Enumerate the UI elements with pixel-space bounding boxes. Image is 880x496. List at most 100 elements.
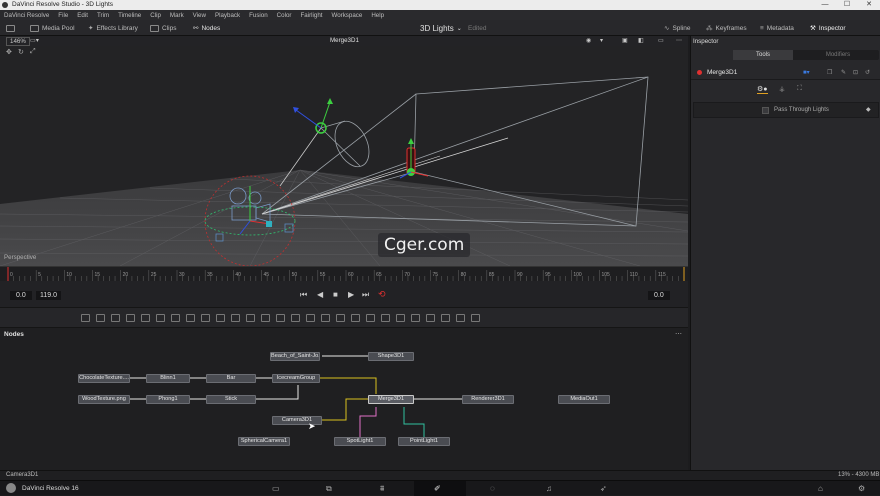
planar-tracker-icon[interactable] [366, 314, 375, 322]
menu-clip[interactable]: Clip [150, 12, 161, 19]
brush-tool-icon[interactable] [126, 314, 135, 322]
play-button[interactable]: ▶ [348, 290, 354, 299]
media-page-icon[interactable]: ▭ [272, 484, 280, 493]
node-spherical-camera[interactable]: SphericalCamera1 [238, 437, 290, 446]
menu-edit[interactable]: Edit [77, 12, 88, 19]
shape3d-tool-icon[interactable] [216, 314, 225, 322]
color-channel-icon[interactable]: ◉ [586, 37, 591, 44]
edit-page-icon[interactable]: ⩩ [380, 484, 384, 494]
keyframe-icon[interactable]: ◆ [866, 106, 871, 113]
viewer-options-icon[interactable]: ▾ [600, 37, 603, 44]
menu-help[interactable]: Help [371, 12, 384, 19]
cut-page-icon[interactable]: ⧉ [326, 484, 332, 494]
menu-fairlight[interactable]: Fairlight [300, 12, 322, 19]
node-beach-image[interactable]: Beach_of_Saint-Jo... [270, 352, 320, 361]
view-options-icon[interactable]: ▭▾ [30, 37, 39, 44]
settings-tab-icon[interactable]: ⛶ [797, 85, 802, 93]
node-editor[interactable]: Nodes ⋯ Beach_of_Saint-Jo... Shape3D1 Ch… [0, 328, 688, 470]
media-pool-button[interactable]: Media Pool [30, 23, 75, 33]
fog-tool-icon[interactable] [471, 314, 480, 322]
go-to-start-button[interactable]: ⏮ [300, 290, 307, 300]
cube-tool-icon[interactable] [441, 314, 450, 322]
color-page-icon[interactable]: ◌ [490, 484, 495, 493]
node-media-out[interactable]: MediaOut1 [558, 395, 610, 404]
nodes-button[interactable]: ⚯ Nodes [193, 23, 220, 33]
image-plane-icon[interactable] [426, 314, 435, 322]
merge-tool-icon[interactable] [186, 314, 195, 322]
project-title[interactable]: 3D Lights ⌄ [420, 23, 462, 33]
blur-tool-icon[interactable] [141, 314, 150, 322]
rotate-tool-icon[interactable]: ↻ [18, 48, 24, 56]
deliver-page-icon[interactable]: ➶ [600, 484, 607, 493]
menu-workspace[interactable]: Workspace [331, 12, 362, 19]
play-reverse-button[interactable]: ◀ [317, 290, 323, 299]
node-shape3d[interactable]: Shape3D1 [368, 352, 414, 361]
maximize-button[interactable]: ☐ [836, 0, 858, 10]
menu-davinci-resolve[interactable]: DaVinci Resolve [4, 12, 49, 19]
pass-through-checkbox[interactable] [762, 107, 769, 114]
bspline-mask-icon[interactable] [336, 314, 345, 322]
menu-mark[interactable]: Mark [170, 12, 184, 19]
particle-emitter-icon[interactable] [381, 314, 390, 322]
effects-library-button[interactable]: ✦ Effects Library [88, 23, 138, 33]
particle-tool-icon[interactable] [201, 314, 210, 322]
controls-tab-icon[interactable]: ⚙● [757, 85, 768, 94]
metadata-button[interactable]: ≡ Metadata [760, 23, 794, 33]
node-blinn[interactable]: Blinn1 [146, 374, 190, 383]
lock-icon[interactable]: ⊡ [853, 69, 858, 76]
node-pointlight[interactable]: PointLight1 [398, 437, 450, 446]
3d-viewport[interactable]: Perspective ✥ ↻ ⤢ [0, 46, 688, 266]
node-merge3d[interactable]: Merge3D1 [368, 395, 414, 404]
expand-icon[interactable] [6, 23, 15, 33]
background-tool-icon[interactable] [81, 314, 90, 322]
versions-icon[interactable]: ❐ [827, 69, 832, 76]
node-color-icon[interactable]: ■▾ [803, 69, 810, 76]
keyframes-button[interactable]: ⁂ Keyframes [706, 23, 747, 33]
menu-fusion[interactable]: Fusion [249, 12, 268, 19]
move-tool-icon[interactable]: ✥ [6, 48, 12, 56]
render-start-field[interactable]: 0.0 [10, 291, 32, 300]
zoom-select[interactable]: 146% [6, 37, 30, 46]
roi-icon[interactable]: ◧ [638, 37, 644, 44]
loop-icon[interactable]: ⟲ [378, 289, 386, 300]
menu-timeline[interactable]: Timeline [118, 12, 141, 19]
settings-gear-icon[interactable]: ⚙ [858, 484, 865, 493]
menu-file[interactable]: File [58, 12, 68, 19]
pin-icon[interactable]: ✎ [841, 69, 846, 76]
node-stick[interactable]: Stick [206, 395, 256, 404]
ellipse-mask-icon[interactable] [306, 314, 315, 322]
transform-tool-icon[interactable] [171, 314, 180, 322]
camera3d-tool-icon[interactable] [246, 314, 255, 322]
minimize-button[interactable]: — [814, 0, 836, 10]
keyer-tool-icon[interactable] [396, 314, 405, 322]
node-bar[interactable]: Bar [206, 374, 256, 383]
inspector-button[interactable]: ⚒ Inspector [810, 23, 846, 33]
light-tool-icon[interactable] [456, 314, 465, 322]
tab-modifiers[interactable]: Modifiers [803, 50, 873, 60]
matte-tool-icon[interactable] [411, 314, 420, 322]
stop-button[interactable]: ■ [333, 290, 338, 299]
fusion-page-icon[interactable]: ✐ [434, 484, 441, 493]
current-time-field[interactable]: 0.0 [648, 291, 670, 300]
lights-tab-icon[interactable]: ⚶ [779, 85, 785, 93]
clips-button[interactable]: Clips [150, 23, 176, 33]
node-icecream-group[interactable]: IcecreamGroup [272, 374, 320, 383]
tab-tools[interactable]: Tools [733, 50, 793, 60]
paint-tool-icon[interactable] [96, 314, 105, 322]
node-renderer3d[interactable]: Renderer3D1 [462, 395, 514, 404]
fullscreen-icon[interactable]: ▭ [658, 37, 664, 44]
more-options-icon[interactable]: ⋯ [676, 37, 682, 44]
color-corrector-icon[interactable] [156, 314, 165, 322]
node-phong[interactable]: Phong1 [146, 395, 190, 404]
merge3d-tool-icon[interactable] [231, 314, 240, 322]
tracker-tool-icon[interactable] [351, 314, 360, 322]
text-tool-icon[interactable] [111, 314, 120, 322]
lut-icon[interactable]: ▣ [622, 37, 628, 44]
spline-button[interactable]: ∿ Spline [664, 23, 691, 33]
node-active-icon[interactable] [697, 70, 702, 75]
menu-playback[interactable]: Playback [215, 12, 240, 19]
reset-icon[interactable]: ↺ [865, 69, 870, 76]
close-button[interactable]: ✕ [858, 0, 880, 10]
node-spotlight[interactable]: SpotLight1 [334, 437, 386, 446]
home-icon[interactable]: ⌂ [818, 484, 823, 493]
